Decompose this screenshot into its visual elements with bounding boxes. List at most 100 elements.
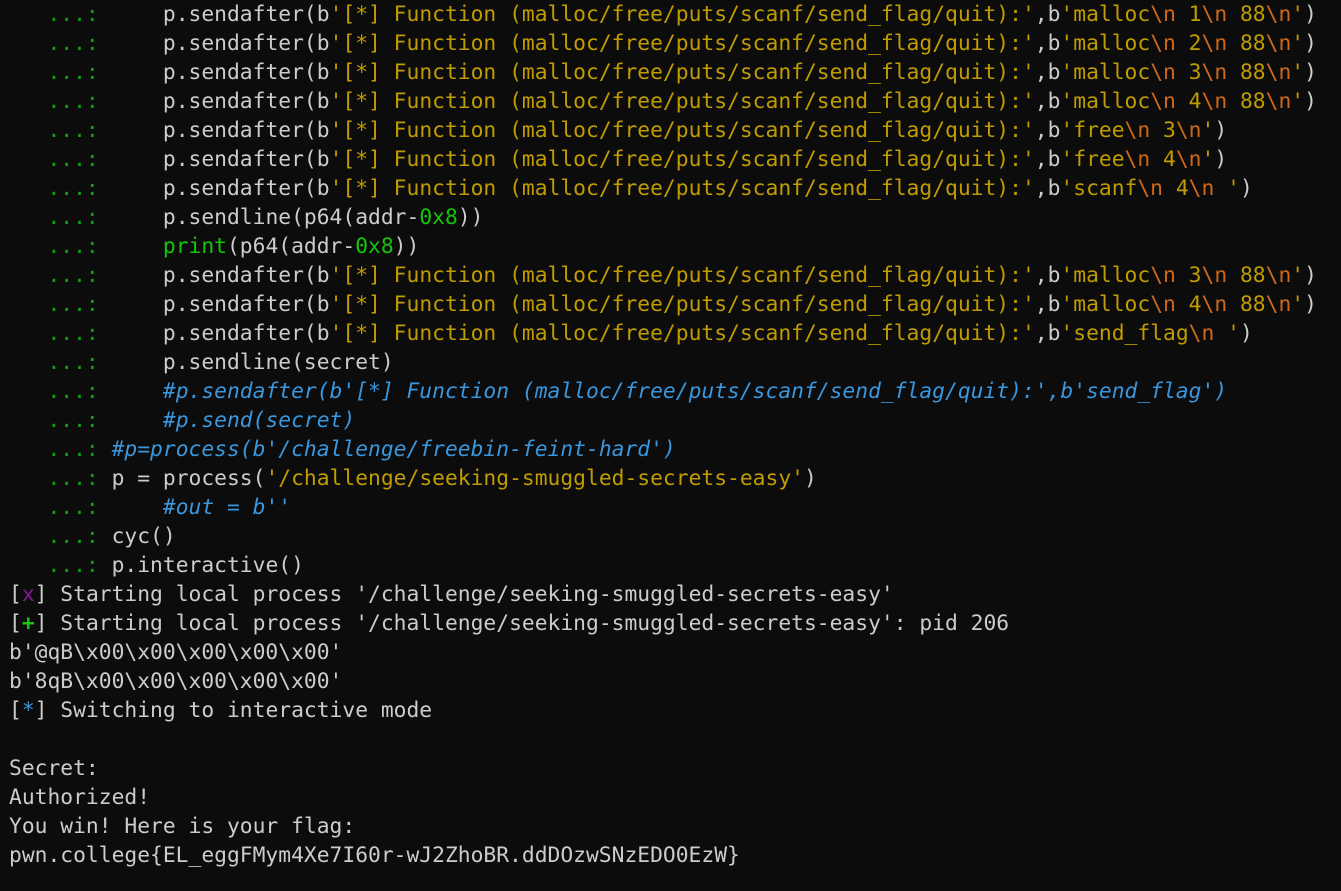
terminal-text-code: p = process( bbox=[98, 466, 266, 491]
terminal-text-str: 'malloc bbox=[1060, 89, 1151, 114]
terminal-text-str: ' bbox=[1201, 118, 1215, 143]
terminal-text-plain: Authorized! bbox=[9, 785, 151, 810]
terminal-line: ...: p.sendline(p64(addr-0x8)) bbox=[0, 203, 1341, 232]
terminal-text-prompt: ...: bbox=[9, 408, 99, 433]
terminal-text-code: p.sendafter(b bbox=[98, 60, 330, 85]
terminal-text-plain: b'@qB\x00\x00\x00\x00\x00' bbox=[9, 640, 343, 665]
terminal-text-str: 88 bbox=[1227, 263, 1266, 288]
terminal-line: Authorized! bbox=[0, 783, 1341, 812]
terminal-text-esc: \n bbox=[1201, 89, 1228, 114]
terminal-text-num: 0x8 bbox=[355, 234, 394, 259]
terminal-text-plain: b'8qB\x00\x00\x00\x00\x00' bbox=[9, 669, 343, 694]
terminal-text-code bbox=[99, 234, 163, 259]
terminal-text-code: ,b bbox=[1034, 118, 1061, 143]
terminal-text-str: '[*] Function (malloc/free/puts/scanf/se… bbox=[329, 292, 1035, 317]
terminal-text-str: 88 bbox=[1227, 31, 1266, 56]
terminal-text-str: 88 bbox=[1227, 2, 1266, 27]
terminal-text-str: 'malloc bbox=[1060, 31, 1151, 56]
terminal-text-prompt: ...: bbox=[9, 495, 99, 520]
terminal-line: ...: p = process('/challenge/seeking-smu… bbox=[0, 464, 1341, 493]
terminal-text-esc: \n bbox=[1150, 292, 1176, 317]
terminal-text-str: 88 bbox=[1227, 89, 1266, 114]
terminal-text-code: ) bbox=[1304, 89, 1317, 114]
terminal-text-str: '[*] Function (malloc/free/puts/scanf/se… bbox=[329, 321, 1035, 346]
terminal-text-esc: \n bbox=[1265, 2, 1292, 27]
terminal-line: ...: p.sendafter(b'[*] Function (malloc/… bbox=[0, 145, 1341, 174]
terminal-text-str: 4 bbox=[1175, 89, 1202, 114]
terminal-text-comment: #p.send(secret) bbox=[162, 408, 356, 433]
terminal-text-code: ,b bbox=[1034, 60, 1061, 85]
terminal-text-prompt: ...: bbox=[9, 176, 99, 201]
terminal-text-code: ,b bbox=[1034, 31, 1061, 56]
terminal-text-code: ,b bbox=[1034, 321, 1061, 346]
terminal-text-code: p.sendline(p64(addr- bbox=[98, 205, 420, 230]
terminal-text-code: p.sendafter(b bbox=[98, 321, 330, 346]
terminal-text-builtin: print bbox=[162, 234, 227, 259]
terminal-text-str: 4 bbox=[1150, 147, 1176, 172]
terminal-text-prompt: ...: bbox=[9, 292, 99, 317]
terminal-text-code: p.sendafter(b bbox=[98, 31, 330, 56]
terminal-text-esc: \n bbox=[1201, 31, 1228, 56]
terminal-line: ...: p.interactive() bbox=[0, 551, 1341, 580]
terminal-line: You win! Here is your flag: bbox=[0, 812, 1341, 841]
terminal-text-prompt: ...: bbox=[9, 147, 99, 172]
terminal-text-esc: \n bbox=[1201, 60, 1228, 85]
terminal-text-br: ] Switching to interactive mode bbox=[34, 698, 433, 723]
terminal-text-code: p.sendafter(b bbox=[98, 176, 330, 201]
terminal-text-code: ) bbox=[1304, 263, 1317, 288]
terminal-text-str: 'malloc bbox=[1060, 292, 1151, 317]
terminal-text-prompt: ...: bbox=[9, 60, 99, 85]
terminal-line: [x] Starting local process '/challenge/s… bbox=[0, 580, 1341, 609]
terminal-text-br: ] Starting local process '/challenge/see… bbox=[34, 611, 1010, 636]
terminal-text-esc: \n bbox=[1150, 2, 1176, 27]
terminal-text-str: 'malloc bbox=[1060, 263, 1151, 288]
terminal-text-str: '[*] Function (malloc/free/puts/scanf/se… bbox=[329, 31, 1035, 56]
terminal-text-str: ' bbox=[1291, 292, 1305, 317]
terminal-text-code: ,b bbox=[1034, 147, 1061, 172]
terminal-text-esc: \n bbox=[1265, 89, 1292, 114]
terminal-text-esc: \n bbox=[1188, 176, 1215, 201]
terminal-text-str: 3 bbox=[1175, 60, 1202, 85]
terminal-line: b'8qB\x00\x00\x00\x00\x00' bbox=[0, 667, 1341, 696]
terminal-text-code: p.sendafter(b bbox=[98, 118, 330, 143]
terminal-text-str: 'free bbox=[1060, 118, 1125, 143]
terminal-text-str: 4 bbox=[1175, 292, 1202, 317]
terminal-text-comment: #p=process(b'/challenge/freebin-feint-ha… bbox=[111, 437, 676, 462]
terminal-text-code bbox=[99, 408, 163, 433]
terminal-text-esc: \n bbox=[1265, 263, 1292, 288]
terminal-text-esc: \n bbox=[1175, 147, 1202, 172]
terminal-text-esc: \n bbox=[1150, 89, 1176, 114]
terminal-line: ...: #p.send(secret) bbox=[0, 406, 1341, 435]
terminal-text-prompt: ...: bbox=[9, 234, 99, 259]
terminal-text-code: )) bbox=[393, 234, 420, 259]
terminal-text-esc: \n bbox=[1201, 263, 1228, 288]
terminal-text-str: 'malloc bbox=[1060, 2, 1151, 27]
terminal-line: ...: p.sendafter(b'[*] Function (malloc/… bbox=[0, 174, 1341, 203]
terminal-text-plain: Secret: bbox=[9, 756, 99, 781]
terminal-text-str: 3 bbox=[1175, 263, 1202, 288]
terminal-text-code bbox=[99, 379, 163, 404]
terminal-text-code bbox=[99, 437, 112, 462]
terminal-text-str: ' bbox=[1291, 60, 1305, 85]
terminal-line: ...: #p=process(b'/challenge/freebin-fei… bbox=[0, 435, 1341, 464]
terminal-text-str: 4 bbox=[1163, 176, 1189, 201]
terminal-text-str: ' bbox=[1291, 2, 1305, 27]
terminal-text-str: '[*] Function (malloc/free/puts/scanf/se… bbox=[329, 2, 1035, 27]
terminal-text-str: '[*] Function (malloc/free/puts/scanf/se… bbox=[329, 60, 1035, 85]
terminal-window[interactable]: ...: p.sendafter(b'[*] Function (malloc/… bbox=[0, 0, 1341, 891]
terminal-text-code: ) bbox=[1304, 292, 1317, 317]
terminal-text-prompt: ...: bbox=[9, 31, 99, 56]
terminal-text-str: 2 bbox=[1175, 31, 1202, 56]
terminal-text-esc: \n bbox=[1124, 147, 1151, 172]
terminal-text-br: [ bbox=[9, 698, 22, 723]
terminal-text-str: 88 bbox=[1227, 60, 1266, 85]
terminal-line: ...: #p.sendafter(b'[*] Function (malloc… bbox=[0, 377, 1341, 406]
terminal-text-str: ' bbox=[1214, 321, 1240, 346]
terminal-text-str: '[*] Function (malloc/free/puts/scanf/se… bbox=[329, 147, 1035, 172]
terminal-text-br: [ bbox=[9, 611, 22, 636]
terminal-text-str: '[*] Function (malloc/free/puts/scanf/se… bbox=[329, 118, 1035, 143]
terminal-line: ...: cyc() bbox=[0, 522, 1341, 551]
terminal-text-prompt: ...: bbox=[9, 379, 99, 404]
terminal-text-str: 'send_flag bbox=[1060, 321, 1189, 346]
